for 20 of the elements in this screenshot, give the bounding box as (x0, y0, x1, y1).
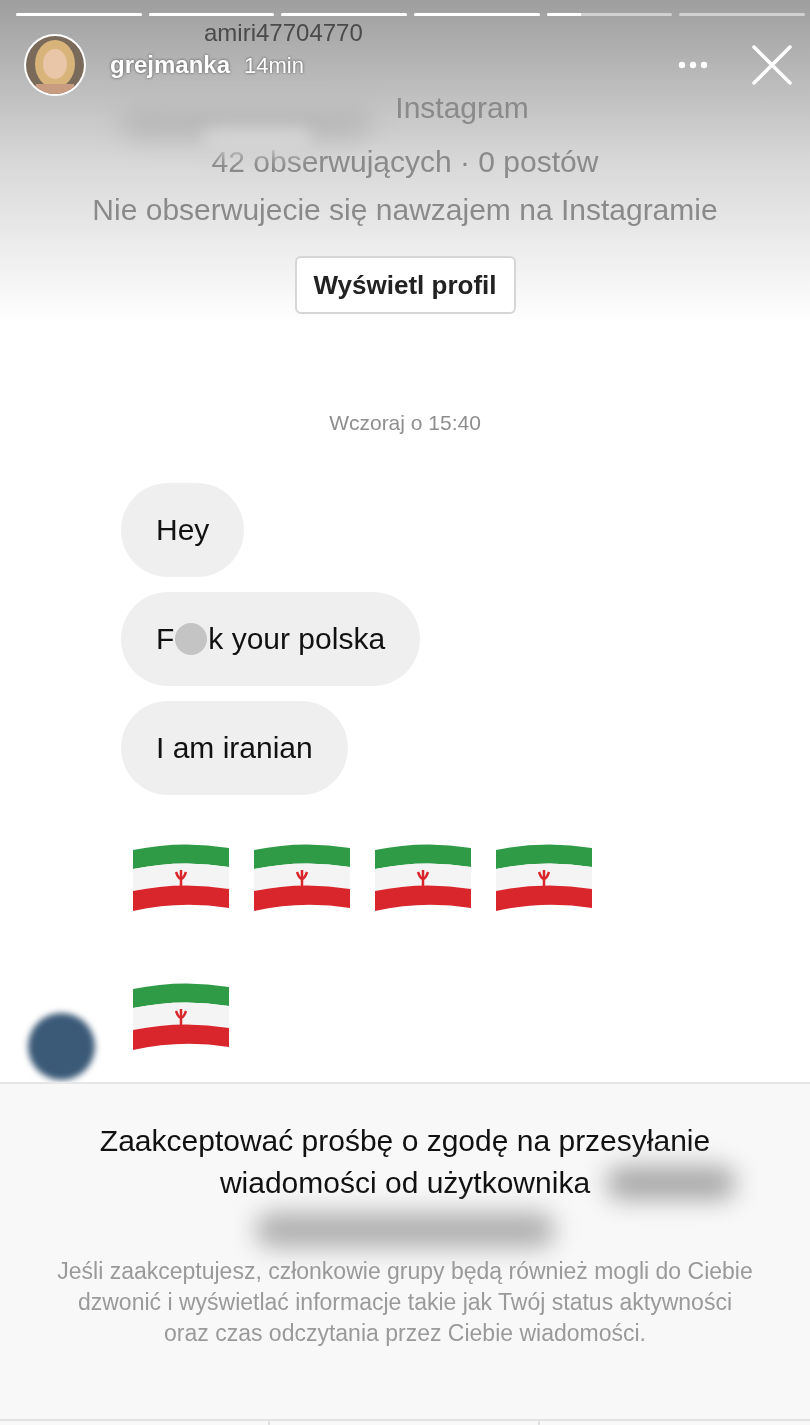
flag-icon (252, 841, 352, 913)
flag-icon (373, 841, 473, 913)
request-title: Zaakceptować prośbę o zgodę na przesyłanie (99, 1123, 711, 1159)
profile-name-suffix: Instagram (395, 90, 529, 126)
message-bubble: I am iranian (121, 700, 348, 795)
message-bubble: Hey (121, 482, 245, 577)
message-text: F (156, 621, 175, 657)
viewer-username: amiri47704770 (204, 19, 363, 46)
request-note: Jeśli zaakceptujesz, członkowie grupy będą również mogli do Ciebie dzwonić i wyświetlać informacje takie jak Twój status aktywności oraz czas odczytania przez Ciebie wiadomości. (56, 1257, 754, 1348)
flag-icon (131, 980, 231, 1052)
message-text: k your polska (208, 621, 386, 657)
timestamp: Wczoraj o 15:40 (328, 410, 482, 436)
follow-status-text: Nie obserwujecie się nawzajem na Instagramie (92, 192, 718, 228)
request-title: wiadomości od użytkownika (219, 1165, 591, 1201)
story-time: 14min (244, 51, 304, 80)
sender-avatar[interactable] (28, 1012, 95, 1080)
view-profile-button[interactable]: Wyświetl profil (294, 256, 516, 314)
flag-icon (494, 841, 594, 913)
profile-stats: 42 obserwujących · 0 postów (211, 145, 599, 178)
flag-icon (131, 841, 231, 913)
